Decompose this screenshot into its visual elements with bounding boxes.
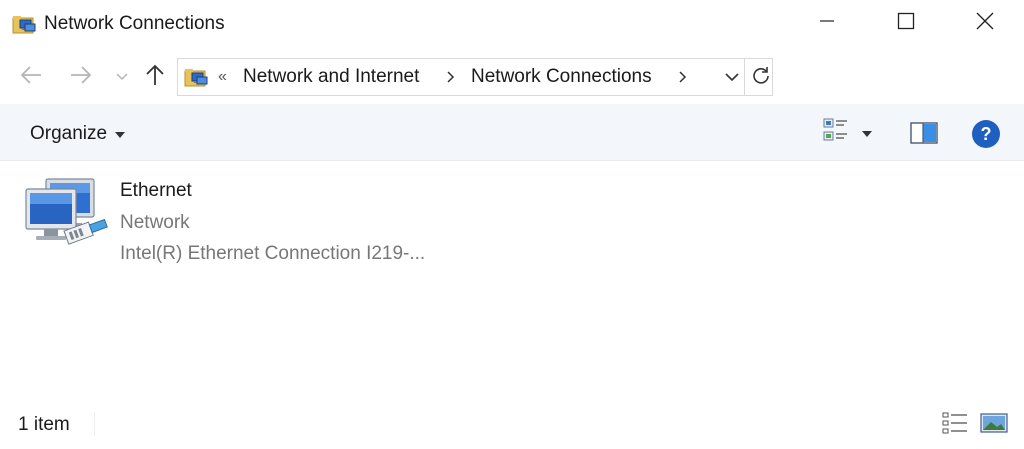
- organize-label: Organize: [30, 123, 108, 144]
- chevron-right-icon[interactable]: [444, 70, 458, 84]
- back-button[interactable]: [14, 62, 48, 92]
- arrow-right-icon: [69, 65, 93, 90]
- status-divider: [94, 412, 95, 436]
- large-icons-view-button[interactable]: [980, 411, 1008, 435]
- chevron-down-icon: [116, 68, 128, 86]
- command-bar: Organize ?: [0, 104, 1024, 161]
- caret-down-icon: [862, 131, 872, 137]
- chevron-down-icon: [724, 69, 740, 87]
- address-dropdown-button[interactable]: [718, 65, 746, 91]
- caret-down-icon: [115, 132, 126, 138]
- item-name: Ethernet: [120, 180, 192, 201]
- refresh-icon: [751, 65, 771, 90]
- title-bar[interactable]: Network Connections: [0, 0, 1024, 48]
- address-divider: [744, 59, 745, 95]
- details-view-icon: [942, 412, 968, 439]
- close-button[interactable]: [950, 0, 1020, 46]
- item-device: Intel(R) Ethernet Connection I219-...: [120, 243, 426, 264]
- help-button[interactable]: ?: [972, 120, 1000, 148]
- change-view-icon: [822, 117, 850, 150]
- help-icon: ?: [980, 123, 992, 144]
- breadcrumb-network-and-internet[interactable]: Network and Internet: [243, 65, 419, 89]
- large-icons-view-icon: [980, 413, 1008, 439]
- preview-pane-button[interactable]: [910, 122, 940, 144]
- item-count: 1 item: [18, 414, 70, 435]
- breadcrumb-overflow[interactable]: «: [218, 65, 227, 89]
- breadcrumb-network-connections[interactable]: Network Connections: [471, 65, 652, 89]
- preview-pane-icon: [910, 122, 938, 148]
- forward-button[interactable]: [64, 62, 98, 92]
- organize-button[interactable]: Organize: [30, 122, 126, 146]
- details-view-button[interactable]: [942, 411, 968, 435]
- chevron-right-icon[interactable]: [676, 70, 690, 84]
- close-icon: [976, 12, 994, 35]
- minimize-icon: [819, 13, 835, 34]
- arrow-left-icon: [19, 65, 43, 90]
- network-folder-icon: [184, 65, 208, 89]
- up-button[interactable]: [140, 62, 170, 92]
- status-bar: 1 item: [0, 400, 1024, 449]
- file-list: Ethernet Network Intel(R) Ethernet Conne…: [0, 161, 1024, 397]
- recent-locations-button[interactable]: [112, 62, 132, 92]
- arrow-up-icon: [145, 63, 165, 92]
- maximize-icon: [897, 12, 915, 35]
- network-folder-icon: [12, 12, 36, 36]
- window-title: Network Connections: [44, 13, 225, 34]
- change-view-button[interactable]: [822, 118, 880, 148]
- address-bar[interactable]: « Network and Internet Network Connectio…: [177, 58, 773, 96]
- maximize-button[interactable]: [871, 0, 941, 46]
- item-type: Network: [120, 212, 190, 233]
- refresh-button[interactable]: [748, 64, 774, 90]
- minimize-button[interactable]: [792, 0, 862, 46]
- navigation-bar: « Network and Internet Network Connectio…: [0, 52, 1024, 102]
- list-item-ethernet[interactable]: Ethernet Network Intel(R) Ethernet Conne…: [20, 175, 460, 275]
- ethernet-adapter-icon: [20, 175, 116, 265]
